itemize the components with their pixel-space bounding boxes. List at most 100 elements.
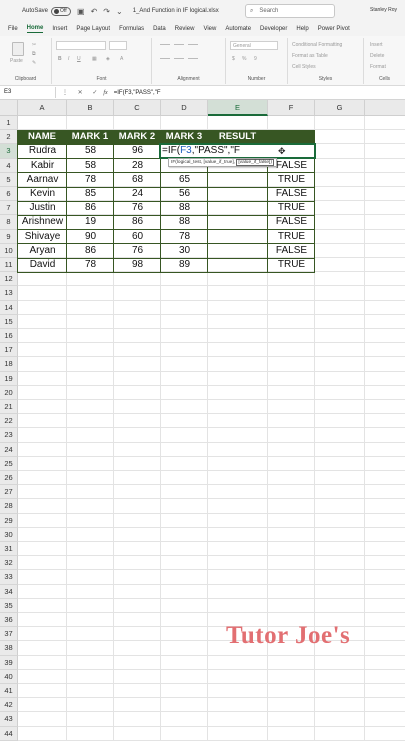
table-cell[interactable] (208, 230, 268, 244)
table-cell[interactable]: 90 (67, 230, 114, 244)
table-cell[interactable] (208, 258, 268, 272)
insert-cells-button[interactable]: Insert (370, 42, 383, 48)
table-cell[interactable]: 76 (114, 201, 161, 215)
fill-color-icon[interactable]: ◈ (106, 56, 110, 62)
tab-developer[interactable]: Developer (260, 26, 287, 32)
table-cell[interactable]: 76 (114, 244, 161, 258)
row-header-12[interactable]: 12 (0, 272, 18, 287)
font-name-dropdown[interactable] (56, 41, 106, 50)
column-header-f[interactable]: F (268, 100, 315, 116)
row-header-26[interactable]: 26 (0, 471, 18, 486)
row-header-37[interactable]: 37 (0, 627, 18, 642)
column-header-c[interactable]: C (114, 100, 161, 116)
table-cell[interactable]: 65 (161, 173, 208, 187)
row-header-25[interactable]: 25 (0, 456, 18, 471)
column-header-g[interactable]: G (315, 100, 365, 116)
tab-view[interactable]: View (203, 26, 216, 32)
row-header-24[interactable]: 24 (0, 442, 18, 457)
table-cell[interactable]: 30 (161, 244, 208, 258)
cell-styles-button[interactable]: Cell Styles (292, 64, 316, 70)
row-header-28[interactable]: 28 (0, 499, 18, 514)
row-header-36[interactable]: 36 (0, 613, 18, 628)
table-cell[interactable]: Arishnew (18, 215, 67, 229)
row-header-22[interactable]: 22 (0, 414, 18, 429)
row-header-39[interactable]: 39 (0, 655, 18, 670)
save-icon[interactable]: ▣ (77, 7, 85, 16)
row-header-42[interactable]: 42 (0, 698, 18, 713)
column-header-h[interactable] (365, 100, 405, 116)
borders-icon[interactable]: ▦ (92, 56, 97, 62)
formula-input[interactable]: =IF(F3,"PASS","F (114, 90, 161, 96)
table-cell[interactable]: 56 (161, 187, 208, 201)
row-header-38[interactable]: 38 (0, 641, 18, 656)
row-header-1[interactable]: 1 (0, 116, 18, 131)
row-header-4[interactable]: 4 (0, 158, 18, 173)
column-f-cell[interactable]: TRUE (268, 173, 315, 187)
underline-icon[interactable]: U (77, 56, 81, 62)
row-header-34[interactable]: 34 (0, 584, 18, 599)
row-header-18[interactable]: 18 (0, 357, 18, 372)
row-header-35[interactable]: 35 (0, 598, 18, 613)
row-header-3[interactable]: 3 (0, 144, 18, 159)
italic-icon[interactable]: I (68, 56, 69, 62)
row-header-16[interactable]: 16 (0, 329, 18, 344)
tab-power-pivot[interactable]: Power Pivot (318, 26, 350, 32)
copy-icon[interactable]: ⧉ (32, 51, 36, 57)
table-cell[interactable]: 86 (114, 215, 161, 229)
column-f-cell[interactable]: TRUE (268, 201, 315, 215)
search-box[interactable]: ⌕ Search (245, 4, 335, 18)
table-cell[interactable] (208, 215, 268, 229)
row-header-10[interactable]: 10 (0, 243, 18, 258)
table-cell[interactable]: 88 (161, 201, 208, 215)
delete-cells-button[interactable]: Delete (370, 53, 384, 59)
table-cell[interactable]: 88 (161, 215, 208, 229)
align-middle-icon[interactable] (174, 44, 184, 45)
row-header-32[interactable]: 32 (0, 556, 18, 571)
undo-icon[interactable]: ↶ (91, 7, 98, 16)
tab-insert[interactable]: Insert (52, 26, 67, 32)
row-header-11[interactable]: 11 (0, 258, 18, 273)
table-cell[interactable] (208, 201, 268, 215)
paste-label[interactable]: Paste (10, 58, 23, 64)
row-header-15[interactable]: 15 (0, 314, 18, 329)
column-header-d[interactable]: D (161, 100, 208, 116)
align-left-icon[interactable] (160, 58, 170, 59)
table-cell[interactable]: 89 (161, 258, 208, 272)
row-header-13[interactable]: 13 (0, 286, 18, 301)
column-f-cell[interactable]: FALSE (268, 187, 315, 201)
row-header-29[interactable]: 29 (0, 513, 18, 528)
name-box[interactable]: E3 (0, 87, 56, 98)
table-cell[interactable]: David (18, 258, 67, 272)
table-cell[interactable]: Kabir (18, 159, 67, 173)
autosave-toggle[interactable]: Off (51, 6, 72, 16)
currency-icon[interactable]: $ (232, 56, 235, 62)
tab-file[interactable]: File (8, 26, 18, 32)
row-header-21[interactable]: 21 (0, 400, 18, 415)
table-cell[interactable] (208, 244, 268, 258)
format-as-table-button[interactable]: Format as Table (292, 53, 328, 59)
table-cell[interactable]: Rudra (18, 144, 67, 158)
table-cell[interactable]: Justin (18, 201, 67, 215)
redo-icon[interactable]: ↷ (103, 7, 110, 16)
row-header-17[interactable]: 17 (0, 343, 18, 358)
column-f-cell[interactable]: FALSE (268, 244, 315, 258)
table-cell[interactable] (208, 187, 268, 201)
cut-icon[interactable]: ✂ (32, 42, 36, 48)
row-header-5[interactable]: 5 (0, 172, 18, 187)
column-header-b[interactable]: B (67, 100, 114, 116)
align-bottom-icon[interactable] (188, 44, 198, 45)
user-name[interactable]: Stanley Roy (370, 7, 397, 13)
align-right-icon[interactable] (188, 58, 198, 59)
table-cell[interactable]: 85 (67, 187, 114, 201)
align-top-icon[interactable] (160, 44, 170, 45)
table-header-cell[interactable]: MARK 1 (67, 130, 114, 145)
table-cell[interactable]: 68 (114, 173, 161, 187)
number-format-dropdown[interactable]: General (230, 41, 278, 50)
row-header-40[interactable]: 40 (0, 669, 18, 684)
table-cell[interactable]: 86 (67, 244, 114, 258)
table-cell[interactable]: 78 (67, 173, 114, 187)
row-header-31[interactable]: 31 (0, 542, 18, 557)
paste-icon[interactable] (12, 42, 24, 56)
row-header-27[interactable]: 27 (0, 485, 18, 500)
table-cell[interactable]: 78 (161, 230, 208, 244)
